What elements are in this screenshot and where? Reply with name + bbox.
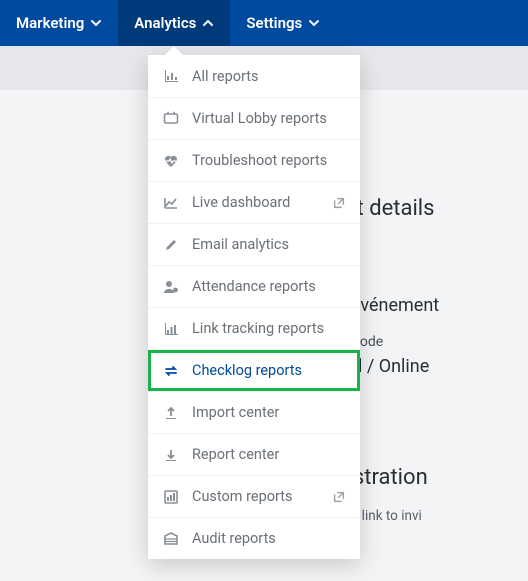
pencil-icon [162,237,180,253]
dd-checklog[interactable]: Checklog reports [148,349,360,391]
dd-attendance[interactable]: Attendance reports [148,265,360,307]
heartbeat-icon [162,153,180,169]
dd-label: Live dashboard [192,194,320,211]
bar-chart-icon [162,68,180,84]
analytics-dropdown: All reports Virtual Lobby reports Troubl… [148,55,360,559]
link-chart-icon [162,321,180,337]
custom-icon [162,489,180,505]
dd-label: All reports [192,68,346,85]
dd-label: Email analytics [192,236,346,253]
dd-label: Troubleshoot reports [192,152,346,169]
dd-label: Audit reports [192,530,346,547]
dd-label: Import center [192,404,346,421]
line-chart-icon [162,195,180,211]
dd-label: Report center [192,446,346,463]
swap-icon [162,363,180,379]
chevron-up-icon [202,17,214,29]
nav-settings[interactable]: Settings [230,0,336,46]
external-link-icon [332,490,346,504]
dd-label: Link tracking reports [192,320,346,337]
chevron-down-icon [308,17,320,29]
nav-label: Analytics [134,14,196,32]
dd-all-reports[interactable]: All reports [148,55,360,97]
dd-custom-reports[interactable]: Custom reports [148,475,360,517]
dd-label: Virtual Lobby reports [192,110,346,127]
dd-label: Custom reports [192,488,320,505]
dd-troubleshoot[interactable]: Troubleshoot reports [148,139,360,181]
chevron-down-icon [90,17,102,29]
dd-import-center[interactable]: Import center [148,391,360,433]
upload-icon [162,405,180,421]
nav-analytics[interactable]: Analytics [118,0,230,46]
nav-label: Settings [246,14,302,32]
nav-label: Marketing [16,14,84,32]
top-nav: Marketing Analytics Settings [0,0,528,46]
dd-label: Attendance reports [192,278,346,295]
user-check-icon [162,279,180,295]
external-link-icon [332,196,346,210]
dd-report-center[interactable]: Report center [148,433,360,475]
nav-marketing[interactable]: Marketing [0,0,118,46]
dd-audit-reports[interactable]: Audit reports [148,517,360,559]
dd-live-dashboard[interactable]: Live dashboard [148,181,360,223]
dd-email-analytics[interactable]: Email analytics [148,223,360,265]
dd-virtual-lobby[interactable]: Virtual Lobby reports [148,97,360,139]
dd-link-tracking[interactable]: Link tracking reports [148,307,360,349]
dd-label: Checklog reports [192,362,346,379]
archive-icon [162,531,180,547]
download-icon [162,447,180,463]
tv-icon [162,111,180,127]
